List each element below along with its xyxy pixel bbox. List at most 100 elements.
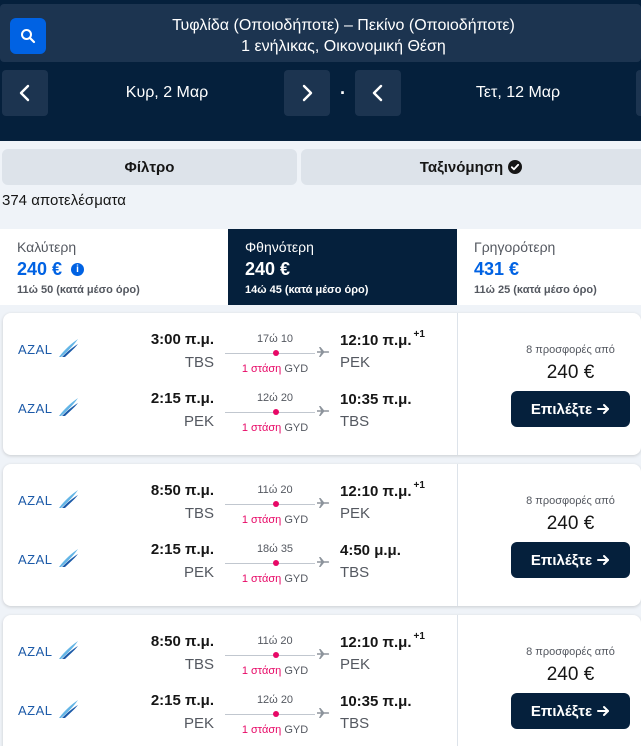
stops-info: 1 στάση GYD [225,422,325,434]
price-section: 8 προσφορές από 240 € Επιλέξτε [458,615,641,746]
flight-duration: 11ώ 20 [257,635,293,647]
price: 240 € [546,513,595,534]
tab-cheapest-label: Φθηνότερη [245,239,314,255]
departure-airport: TBS [184,656,214,673]
departure-time: 2:15 π.μ. [150,390,214,407]
outbound-leg: AZAL 8:50 π.μ. TBS 11ώ 20 1 στάση GYD 12… [3,480,457,536]
return-date[interactable]: Τετ, 12 Μαρ [401,70,635,116]
azal-logo-icon: AZAL [18,641,78,659]
date-navigation: Κυρ, 2 Μαρ · Τετ, 12 Μαρ [0,70,641,116]
stops-info: 1 στάση GYD [225,363,325,375]
flight-card[interactable]: AZAL 8:50 π.μ. TBS 11ώ 20 1 στάση GYD 12… [3,464,641,606]
stop-airport: GYD [284,724,309,736]
airline-code: AZAL [18,552,53,567]
flight-duration: 11ώ 20 [257,484,293,496]
return-leg: AZAL 2:15 π.μ. PEK 12ώ 20 1 στάση GYD 10… [3,690,457,746]
check-circle-icon [508,160,523,174]
stop-count: 1 στάση [241,422,282,434]
arrow-right-icon [597,555,610,565]
return-leg: AZAL 2:15 π.μ. PEK 18ώ 35 1 στάση GYD 4:… [3,539,457,595]
stop-airport: GYD [284,363,309,375]
departure-airport: PEK [183,715,214,732]
search-button[interactable] [10,18,46,54]
filter-label: Φίλτρο [124,158,175,176]
stop-count: 1 στάση [241,573,282,585]
flight-duration: 17ώ 10 [256,333,294,345]
arrival-airport: PEK [340,505,371,522]
price: 240 € [546,664,595,685]
chevron-left-icon [372,84,383,102]
return-prev-button[interactable] [355,70,401,116]
tab-best-duration: 11ώ 50 (κατά μέσο όρο) [17,284,140,296]
airline-code: AZAL [18,644,53,659]
airline-code: AZAL [18,342,53,357]
stop-marker [273,409,279,415]
filter-button[interactable]: Φίλτρο [2,149,297,185]
plane-icon [317,498,330,508]
search-header: Τυφλίδα (Οποιοδήποτε) – Πεκίνο (Οποιοδήπ… [0,0,641,141]
stop-count: 1 στάση [241,514,282,526]
select-label: Επιλέξτε [530,702,593,720]
flight-duration: 12ώ 20 [256,694,294,706]
return-next-button[interactable] [636,70,641,116]
flight-card[interactable]: AZAL 8:50 π.μ. TBS 11ώ 20 1 στάση GYD 12… [3,615,641,746]
route-line [225,412,315,413]
stop-count: 1 στάση [241,665,282,677]
day-offset: +1 [413,329,425,340]
sort-button[interactable]: Ταξινόμηση [301,149,641,185]
tab-fastest-price: 431 € [474,259,520,279]
select-button[interactable]: Επιλέξτε [511,693,630,729]
search-icon [21,29,36,44]
departure-airport: PEK [183,564,214,581]
outbound-leg: AZAL 8:50 π.μ. TBS 11ώ 20 1 στάση GYD 12… [3,631,457,687]
chevron-left-icon [19,84,30,102]
departure-time: 8:50 π.μ. [150,482,214,499]
deals-count: 8 προσφορές από [526,495,615,507]
flight-duration: 18ώ 35 [256,543,294,555]
azal-logo-icon: AZAL [18,398,78,416]
stop-marker [273,350,279,356]
search-summary-bar[interactable]: Τυφλίδα (Οποιοδήποτε) – Πεκίνο (Οποιοδήπ… [0,4,641,62]
stops-info: 1 στάση GYD [225,514,325,526]
airline-code: AZAL [18,493,53,508]
stop-airport: GYD [284,573,309,585]
stop-count: 1 στάση [241,724,282,736]
plane-icon [317,347,330,357]
plane-icon [317,708,330,718]
route-line [225,563,315,564]
route-summary: Τυφλίδα (Οποιοδήποτε) – Πεκίνο (Οποιοδήπ… [46,15,641,57]
tab-fastest-duration: 11ώ 25 (κατά μέσο όρο) [474,284,597,296]
depart-date[interactable]: Κυρ, 2 Μαρ [50,70,284,116]
select-button[interactable]: Επιλέξτε [511,542,630,578]
deals-count: 8 προσφορές από [526,344,615,356]
tab-cheapest[interactable]: Φθηνότερη 240 € 14ώ 45 (κατά μέσο όρο) [228,229,457,305]
results-count: 374 αποτελέσματα [2,192,126,209]
select-label: Επιλέξτε [530,400,593,418]
info-icon[interactable]: i [71,263,85,276]
passenger-class-text: 1 ενήλικας, Οικονομική Θέση [241,38,446,55]
arrival-airport: TBS [340,564,370,581]
flight-card[interactable]: AZAL 3:00 π.μ. TBS 17ώ 10 1 στάση GYD 12… [3,313,641,455]
day-offset: +1 [413,480,425,491]
tab-best-label: Καλύτερη [17,239,77,255]
tab-best[interactable]: Καλύτερη 240 € i 11ώ 50 (κατά μέσο όρο) [0,229,228,305]
stop-marker [273,711,279,717]
arrival-time: 4:50 μ.μ. [340,542,401,559]
stop-airport: GYD [284,422,309,434]
stops-info: 1 στάση GYD [225,724,325,736]
plane-icon [317,406,330,416]
tab-fastest[interactable]: Γρηγορότερη 431 € 11ώ 25 (κατά μέσο όρο) [457,229,641,305]
arrival-time: 12:10 π.μ. +1 [340,329,425,349]
azal-logo-icon: AZAL [18,549,78,567]
depart-next-button[interactable] [284,70,330,116]
tab-fastest-label: Γρηγορότερη [474,239,556,255]
price: 240 € [546,362,595,383]
departure-airport: PEK [183,413,214,430]
route-line [225,353,315,354]
route-line [225,714,315,715]
select-button[interactable]: Επιλέξτε [511,391,630,427]
depart-prev-button[interactable] [2,70,48,116]
date-separator: · [340,83,346,103]
day-offset: +1 [413,631,425,642]
sort-label: Ταξινόμηση [419,158,504,176]
